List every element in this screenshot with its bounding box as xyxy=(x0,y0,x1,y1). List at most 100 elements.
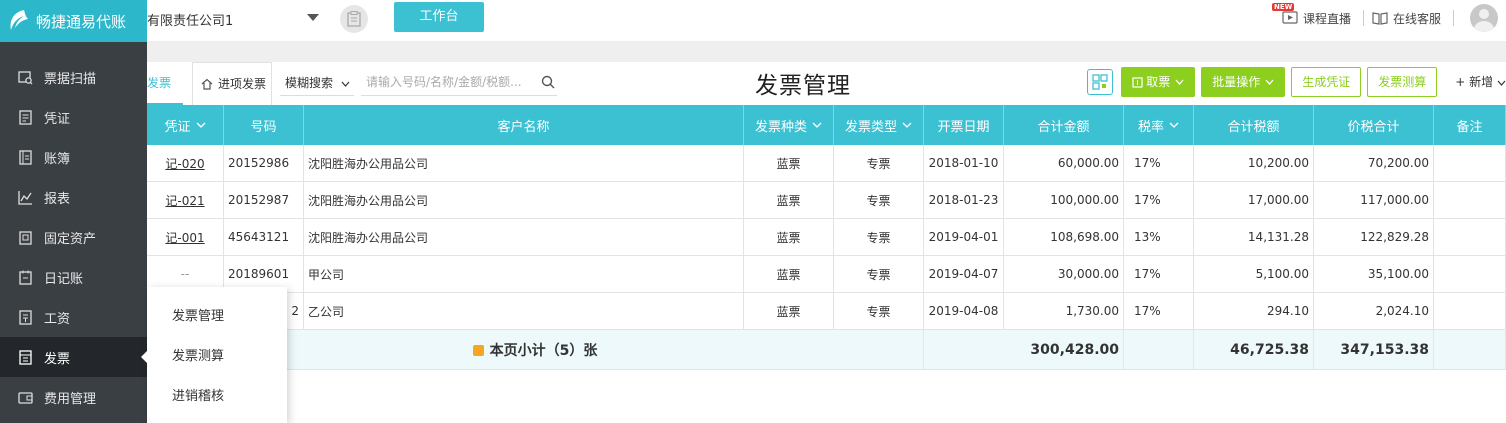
subtotal-rate-empty xyxy=(1124,330,1194,369)
cell-type: 专票 xyxy=(834,219,924,255)
toolbar-actions: 取票 批量操作 生成凭证 发票测算 + 新增 xyxy=(1087,66,1506,98)
fetch-invoice-button[interactable]: 取票 xyxy=(1121,67,1196,97)
cell-tax: 17,000.00 xyxy=(1194,182,1314,218)
avatar[interactable] xyxy=(1470,4,1498,32)
voucher-link[interactable]: 记-021 xyxy=(165,192,204,209)
cell-kind: 蓝票 xyxy=(744,293,834,329)
online-service-label: 在线客服 xyxy=(1392,11,1441,26)
top-bar: 有限责任公司1 工作台 NEW 课程直播 在线客服 xyxy=(147,0,1506,42)
column-header-rate[interactable]: 税率 xyxy=(1124,105,1194,145)
chevron-down-icon xyxy=(341,81,350,87)
table-row[interactable]: 记-021 20152987 沈阳胜海办公用品公司 蓝票 专票 2018-01-… xyxy=(147,182,1506,219)
cell-voucher[interactable]: 记-021 xyxy=(147,182,224,218)
sidebar-item-label: 日记账 xyxy=(44,271,84,287)
column-header-number: 号码 xyxy=(224,105,304,145)
cell-amount: 60,000.00 xyxy=(1004,145,1124,181)
online-service-link[interactable]: 在线客服 xyxy=(1372,10,1441,27)
cell-tax: 294.10 xyxy=(1194,293,1314,329)
workbench-button[interactable]: 工作台 xyxy=(394,2,484,32)
chevron-down-icon xyxy=(1497,80,1506,86)
sidebar-item-invoice[interactable]: 发票 xyxy=(0,337,147,377)
course-live-link[interactable]: NEW 课程直播 xyxy=(1271,2,1351,27)
tab-purchase-label: 进项发票 xyxy=(218,76,267,91)
search-icon[interactable] xyxy=(541,75,555,89)
sidebar-item-scan[interactable]: 票据扫描 xyxy=(0,57,147,97)
sidebar-item-journal[interactable]: 日记账 xyxy=(0,257,147,297)
table-row[interactable]: 2 乙公司 蓝票 专票 2019-04-08 1,730.00 17% 294.… xyxy=(147,293,1506,330)
chevron-down-icon xyxy=(1265,79,1274,85)
column-header-type[interactable]: 发票类型 xyxy=(834,105,924,145)
sidebar-item-report[interactable]: 报表 xyxy=(0,177,147,217)
fuzzy-search-dropdown[interactable]: 模糊搜索 xyxy=(280,70,354,96)
sidebar-item-voucher[interactable]: 凭证 xyxy=(0,97,147,137)
fetch-invoice-label: 取票 xyxy=(1146,75,1171,89)
cell-kind: 蓝票 xyxy=(744,182,834,218)
batch-operations-button[interactable]: 批量操作 xyxy=(1201,67,1286,97)
sidebar-item-salary[interactable]: 工资 xyxy=(0,297,147,337)
voucher-link[interactable]: 记-020 xyxy=(165,155,204,172)
cell-type: 专票 xyxy=(834,293,924,329)
cell-rate: 17% xyxy=(1124,256,1194,292)
book-icon xyxy=(1372,12,1388,25)
voucher-empty: -- xyxy=(180,267,190,281)
company-name: 有限责任公司1 xyxy=(147,14,234,29)
cell-rate: 17% xyxy=(1124,293,1194,329)
logo-text: 畅捷通易代账 xyxy=(36,12,127,31)
cell-type: 专票 xyxy=(834,256,924,292)
sidebar-item-label: 费用管理 xyxy=(44,391,97,407)
subtotal-amount: 300,428.00 xyxy=(924,330,1124,369)
sidebar-item-ledger[interactable]: 账簿 xyxy=(0,137,147,177)
column-header-remark: 备注 xyxy=(1434,105,1506,145)
submenu-invoice-management[interactable]: 发票管理 xyxy=(147,297,287,337)
tab-sales-invoice[interactable]: 发票 xyxy=(147,62,183,105)
column-header-kind[interactable]: 发票种类 xyxy=(744,105,834,145)
company-select[interactable]: 有限责任公司1 xyxy=(147,10,323,30)
invoice-calc-button[interactable]: 发票测算 xyxy=(1367,67,1438,97)
invoice-icon xyxy=(17,349,34,366)
cell-customer: 沈阳胜海办公用品公司 xyxy=(304,219,744,255)
header-label: 发票类型 xyxy=(844,119,897,135)
cell-amount: 30,000.00 xyxy=(1004,256,1124,292)
submenu-invoice-calc[interactable]: 发票测算 xyxy=(147,337,287,377)
cell-total: 2,024.10 xyxy=(1314,293,1434,329)
submenu-purchase-sales-audit[interactable]: 进销稽核 xyxy=(147,377,287,417)
generate-voucher-button[interactable]: 生成凭证 xyxy=(1291,67,1362,97)
table-row[interactable]: -- 20189601 甲公司 蓝票 专票 2019-04-07 30,000.… xyxy=(147,256,1506,293)
cell-remark xyxy=(1434,145,1506,181)
invoice-toolbar: 发票 进项发票 模糊搜索 发票管理 取票 批量操作 xyxy=(147,62,1506,105)
new-badge: NEW xyxy=(1271,2,1295,11)
cell-type: 专票 xyxy=(834,145,924,181)
add-new-button[interactable]: + 新增 xyxy=(1443,67,1506,97)
header-label: 备注 xyxy=(1456,119,1483,135)
sidebar-item-expense[interactable]: 费用管理 xyxy=(0,377,147,417)
document-icon-button[interactable] xyxy=(340,5,368,33)
subtotal-label: 本页小计（5）张 xyxy=(489,342,598,359)
batch-operations-label: 批量操作 xyxy=(1212,75,1261,89)
table-row[interactable]: 记-001 45643121 沈阳胜海办公用品公司 蓝票 专票 2019-04-… xyxy=(147,219,1506,256)
logo[interactable]: 畅捷通易代账 xyxy=(0,0,147,42)
document-icon xyxy=(347,11,361,27)
cell-voucher[interactable]: 记-020 xyxy=(147,145,224,181)
logo-bird-icon xyxy=(10,10,29,30)
fuzzy-search-label: 模糊搜索 xyxy=(285,76,334,90)
column-header-amount: 合计金额 xyxy=(1004,105,1124,145)
cell-date: 2019-04-01 xyxy=(924,219,1004,255)
voucher-icon xyxy=(17,109,34,126)
table-row[interactable]: 记-020 20152986 沈阳胜海办公用品公司 蓝票 专票 2018-01-… xyxy=(147,145,1506,182)
search-input[interactable] xyxy=(361,70,531,94)
sidebar-item-fixed-assets[interactable]: 固定资产 xyxy=(0,217,147,257)
voucher-link[interactable]: 记-001 xyxy=(165,229,204,246)
column-header-voucher[interactable]: 凭证 xyxy=(147,105,224,145)
app-root: 畅捷通易代账 票据扫描 凭证 账簿 报表 固定资产 日记账 工资 发票 费用管理… xyxy=(0,0,1506,423)
subtotal-row: 本页小计（5）张 300,428.00 46,725.38 347,153.38 xyxy=(147,330,1506,370)
tab-purchase-invoice[interactable]: 进项发票 xyxy=(192,62,272,105)
cell-kind: 蓝票 xyxy=(744,256,834,292)
cell-voucher[interactable]: 记-001 xyxy=(147,219,224,255)
add-new-label: + 新增 xyxy=(1455,75,1494,89)
expense-icon xyxy=(17,389,34,406)
cell-customer: 乙公司 xyxy=(304,293,744,329)
chevron-down-icon xyxy=(1169,122,1179,128)
cell-kind: 蓝票 xyxy=(744,145,834,181)
qr-code-button[interactable] xyxy=(1087,69,1114,95)
cell-number: 45643121 xyxy=(224,219,304,255)
